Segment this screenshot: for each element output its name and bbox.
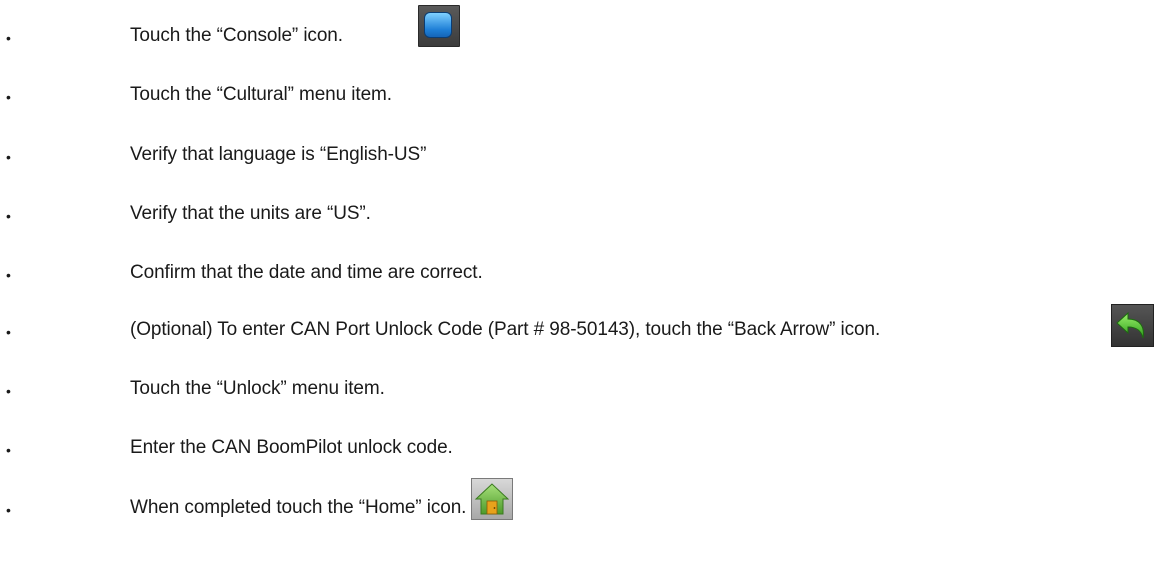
instruction-item-1: • Touch the “Console” icon. xyxy=(0,16,1154,56)
instruction-document: • Touch the “Console” icon. • Touch the … xyxy=(0,0,1154,587)
instruction-text: Confirm that the date and time are corre… xyxy=(130,262,483,283)
bullet: • xyxy=(6,149,11,165)
back-arrow-icon xyxy=(1111,304,1154,347)
instruction-text: Verify that language is “English-US” xyxy=(130,144,427,165)
instruction-text: Touch the “Unlock” menu item. xyxy=(130,378,385,399)
instruction-item-4: • Verify that the units are “US”. xyxy=(0,194,1154,234)
bullet: • xyxy=(6,502,11,518)
instruction-item-3: • Verify that language is “English-US” xyxy=(0,135,1154,175)
bullet: • xyxy=(6,267,11,283)
bullet: • xyxy=(6,383,11,399)
instruction-item-5: • Confirm that the date and time are cor… xyxy=(0,253,1154,293)
instruction-item-6: • (Optional) To enter CAN Port Unlock Co… xyxy=(0,310,1154,350)
instruction-text: Touch the “Cultural” menu item. xyxy=(130,84,392,105)
instruction-item-7: • Touch the “Unlock” menu item. xyxy=(0,369,1154,409)
instruction-item-9: • When completed touch the “Home” icon. xyxy=(0,488,1154,528)
bullet: • xyxy=(6,89,11,105)
console-icon xyxy=(418,5,460,47)
bullet: • xyxy=(6,30,11,46)
bullet: • xyxy=(6,442,11,458)
instruction-text: When completed touch the “Home” icon. xyxy=(130,497,467,518)
instruction-item-8: • Enter the CAN BoomPilot unlock code. xyxy=(0,428,1154,468)
instruction-text: Enter the CAN BoomPilot unlock code. xyxy=(130,437,453,458)
home-icon xyxy=(471,478,513,520)
instruction-text: Touch the “Console” icon. xyxy=(130,25,343,46)
bullet: • xyxy=(6,324,11,340)
instruction-text: (Optional) To enter CAN Port Unlock Code… xyxy=(130,319,881,340)
instruction-text: Verify that the units are “US”. xyxy=(130,203,371,224)
instruction-item-2: • Touch the “Cultural” menu item. xyxy=(0,75,1154,115)
bullet: • xyxy=(6,208,11,224)
